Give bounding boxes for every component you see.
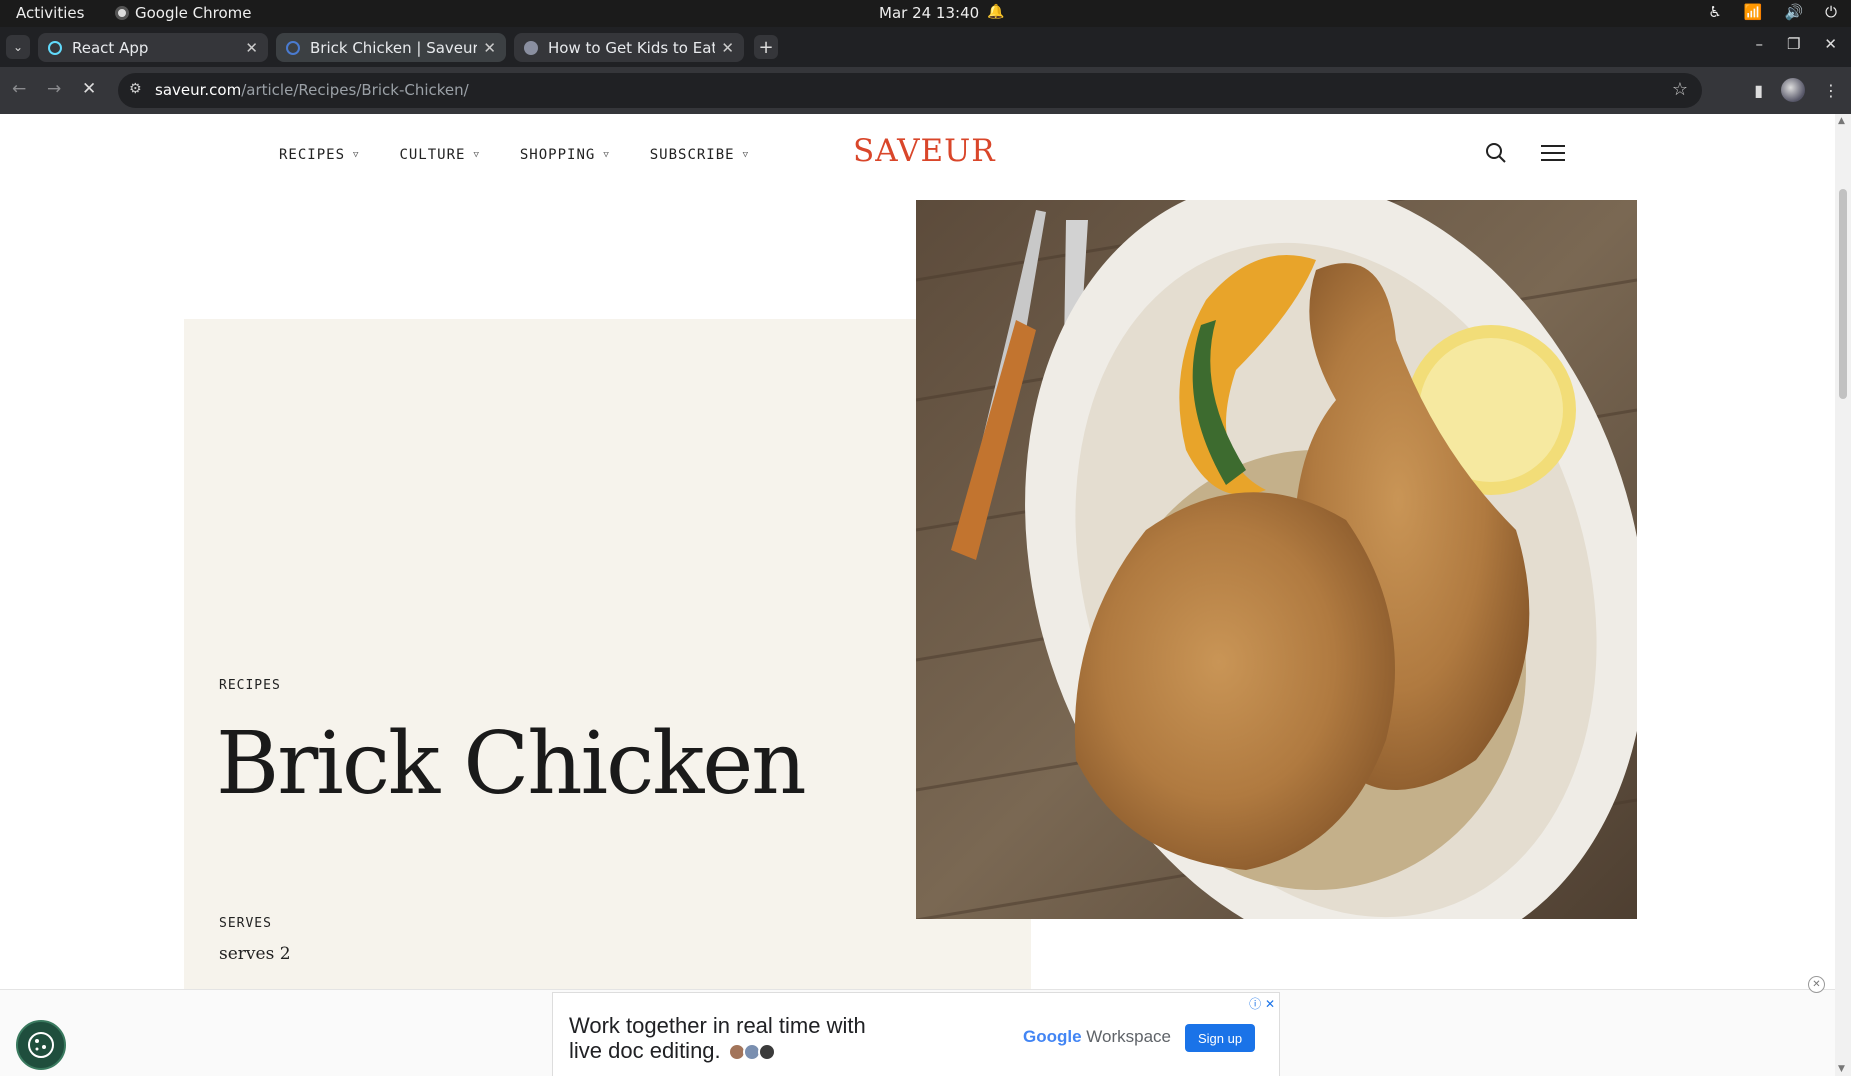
saveur-logo[interactable]: SAVEUR: [853, 133, 996, 169]
serves-value: serves 2: [219, 944, 291, 964]
restore-icon[interactable]: ❐: [1787, 35, 1800, 53]
ad-signup-button[interactable]: Sign up: [1185, 1024, 1255, 1052]
tab-brick-chicken[interactable]: Brick Chicken | Saveur ✕: [276, 33, 506, 62]
page-viewport: RECIPES ▽ CULTURE ▽ SHOPPING ▽ SUBSCRIBE ▽ S…: [0, 114, 1835, 1076]
nav-label: SHOPPING: [519, 147, 596, 163]
clock[interactable]: Mar 24 13:40: [879, 4, 979, 22]
tab-title: React App: [72, 38, 149, 57]
close-window-icon[interactable]: ✕: [1824, 35, 1837, 53]
stop-loading-icon[interactable]: ✕: [82, 79, 96, 99]
scroll-up-icon[interactable]: ▲: [1838, 116, 1845, 126]
recipe-hero-image: [916, 200, 1637, 919]
chevron-down-icon: ▽: [603, 150, 610, 160]
nav-subscribe[interactable]: SUBSCRIBE ▽: [650, 147, 749, 163]
brand-product: Workspace: [1086, 1027, 1172, 1046]
forward-arrow-icon[interactable]: →: [47, 79, 61, 99]
tab-strip: ⌄ React App ✕ Brick Chicken | Saveur ✕ H…: [0, 27, 1851, 67]
side-panel-icon[interactable]: ▮: [1754, 81, 1763, 100]
page-scrollbar[interactable]: ▲ ▼: [1835, 114, 1851, 1076]
article-title: Brick Chicken: [216, 714, 807, 814]
volume-icon: 🔊: [1784, 3, 1804, 21]
address-bar[interactable]: ⚙ saveur.com/article/Recipes/Brick-Chick…: [118, 73, 1702, 108]
app-name: Google Chrome: [135, 4, 252, 22]
site-info-icon[interactable]: ⚙: [129, 81, 142, 97]
window-controls: – ❐ ✕: [1755, 35, 1837, 53]
cookie-settings-button[interactable]: [16, 1020, 66, 1070]
nav-culture[interactable]: CULTURE ▽: [399, 147, 479, 163]
scrollbar-thumb[interactable]: [1839, 189, 1847, 399]
hero-panel: [184, 319, 1031, 1076]
google-wordmark: Google: [1023, 1027, 1082, 1046]
bottom-ad-banner: ✕ Work together in real time with live d…: [0, 976, 1835, 1076]
new-tab-button[interactable]: +: [754, 35, 778, 59]
url-host: saveur.com: [155, 81, 242, 99]
tab-search-button[interactable]: ⌄: [6, 35, 30, 59]
tab-title: Brick Chicken | Saveur: [310, 38, 478, 57]
scroll-down-icon[interactable]: ▼: [1838, 1064, 1845, 1074]
close-tab-icon[interactable]: ✕: [245, 39, 258, 57]
cookie-icon: [28, 1032, 54, 1058]
collaborator-avatars: [727, 1043, 776, 1062]
app-menu[interactable]: Google Chrome: [115, 4, 252, 22]
serves-label: SERVES: [219, 916, 272, 931]
tab-title: How to Get Kids to Eat S: [548, 38, 716, 57]
nav-label: RECIPES: [279, 147, 346, 163]
minimize-icon[interactable]: –: [1755, 35, 1763, 53]
system-tray[interactable]: ♿ 📶 🔊 ⏻: [1708, 3, 1837, 21]
article-category[interactable]: RECIPES: [219, 678, 281, 693]
loading-favicon-icon: [286, 40, 300, 55]
react-favicon-icon: [48, 40, 62, 55]
tab-react-app[interactable]: React App ✕: [38, 33, 268, 62]
chevron-down-icon: ▽: [473, 150, 480, 160]
tab-kids-eat[interactable]: How to Get Kids to Eat S ✕: [514, 33, 744, 62]
nav-recipes[interactable]: RECIPES ▽: [279, 147, 359, 163]
search-icon[interactable]: [1485, 142, 1507, 168]
profile-avatar[interactable]: [1781, 78, 1805, 102]
ad-brand: Google Workspace: [1023, 1027, 1171, 1047]
url-text[interactable]: saveur.com/article/Recipes/Brick-Chicken…: [155, 81, 469, 99]
system-top-bar: Activities Google Chrome Mar 24 13:40 🔔 …: [0, 0, 1851, 27]
ad-headline: Work together in real time with live doc…: [569, 1013, 866, 1063]
ad-headline-line1: Work together in real time with: [569, 1013, 866, 1038]
site-favicon-icon: [524, 40, 538, 55]
nav-label: CULTURE: [399, 147, 466, 163]
activities-button[interactable]: Activities: [16, 4, 84, 22]
hamburger-menu-icon[interactable]: [1541, 145, 1565, 166]
chrome-icon: [115, 6, 129, 20]
chevron-down-icon: ⌄: [12, 40, 24, 54]
url-path: /article/Recipes/Brick-Chicken/: [241, 81, 469, 99]
nav-shopping[interactable]: SHOPPING ▽: [520, 147, 610, 163]
close-ad-icon[interactable]: ✕: [1808, 976, 1825, 993]
bookmark-star-icon[interactable]: ☆: [1672, 79, 1688, 100]
plus-icon: +: [758, 36, 774, 58]
accessibility-icon[interactable]: ♿: [1708, 3, 1721, 21]
site-navigation: RECIPES ▽ CULTURE ▽ SHOPPING ▽ SUBSCRIBE ▽: [279, 147, 789, 163]
browser-toolbar: ← → ✕ ⚙ saveur.com/article/Recipes/Brick…: [0, 67, 1851, 114]
notification-bell-icon: 🔔: [987, 4, 1005, 20]
back-arrow-icon[interactable]: ←: [12, 79, 26, 99]
chevron-down-icon: ▽: [353, 150, 360, 160]
google-workspace-ad[interactable]: Work together in real time with live doc…: [552, 992, 1280, 1076]
ad-headline-line2: live doc editing.: [569, 1038, 721, 1063]
chevron-down-icon: ▽: [742, 150, 750, 160]
close-tab-icon[interactable]: ✕: [721, 39, 734, 57]
adchoices-icon[interactable]: ⓘ ✕: [1249, 995, 1275, 1012]
toolbar-right: ▮ ⋮: [1754, 78, 1839, 102]
power-icon: ⏻: [1825, 3, 1837, 21]
more-menu-icon[interactable]: ⋮: [1823, 81, 1839, 100]
nav-label: SUBSCRIBE: [649, 147, 735, 163]
close-tab-icon[interactable]: ✕: [483, 39, 496, 57]
wifi-icon: 📶: [1743, 3, 1763, 21]
